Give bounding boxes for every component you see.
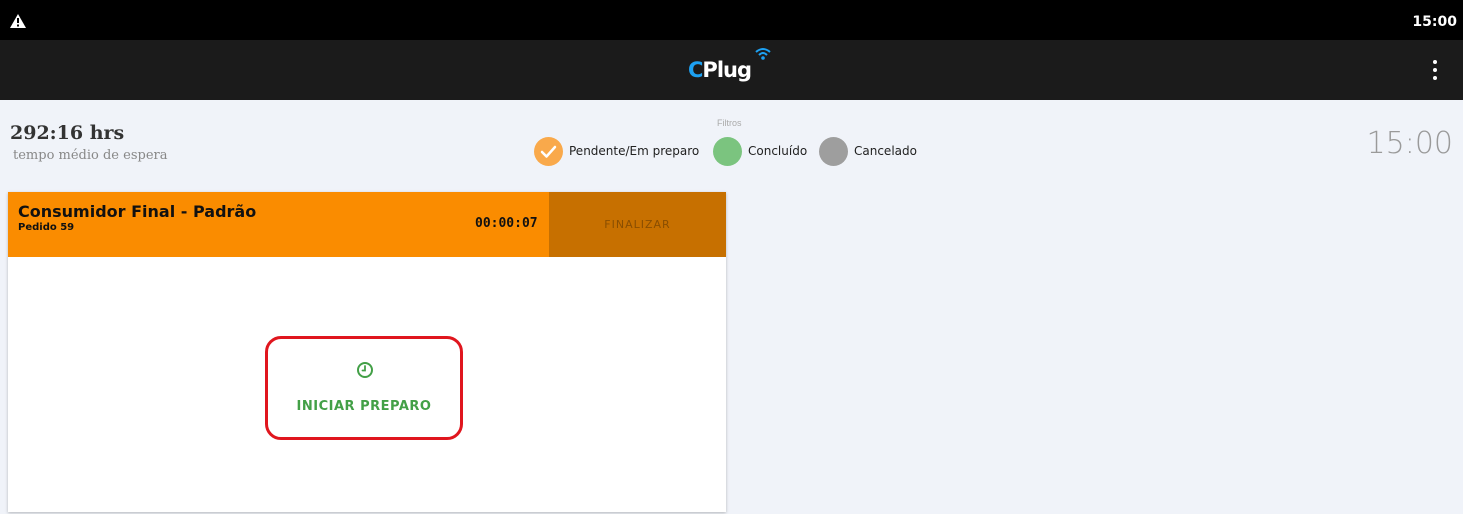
customer-name: Consumidor Final - Padrão [18,202,257,221]
app-bar: CPlug [0,40,1463,100]
wifi-icon [755,48,771,60]
status-time: 15:00 [1412,14,1457,30]
finalize-button[interactable]: FINALIZAR [549,192,726,257]
logo-text: CPlug [688,58,752,82]
check-icon [534,136,563,166]
avg-wait-time: 292:16 hrs [10,122,125,144]
status-bar: 15:00 [0,0,1463,40]
status-dot [819,136,848,166]
order-card-header: Consumidor Final - Padrão Pedido 59 00:0… [8,192,726,257]
current-time: 15:00 [1366,126,1453,161]
filter-pendente[interactable]: Pendente/Em preparo [534,136,699,166]
order-number: Pedido 59 [18,222,75,233]
start-preparation-button[interactable]: INICIAR PREPARO [265,336,463,440]
warning-icon [10,14,26,28]
order-card: Consumidor Final - Padrão Pedido 59 00:0… [8,192,726,512]
start-preparation-label: INICIAR PREPARO [296,399,432,414]
filter-label: Concluído [748,144,808,158]
filter-label: Pendente/Em preparo [569,144,700,158]
clock-icon [357,362,373,378]
filters-title: Filtros [717,118,742,128]
app-logo: CPlug [688,47,780,93]
more-vert-icon[interactable] [1425,57,1445,83]
avg-wait-label: tempo médio de espera [13,148,168,163]
filter-concluido[interactable]: Concluído [713,136,807,166]
filter-label: Cancelado [854,144,917,158]
status-dot [713,136,742,166]
filter-cancelado[interactable]: Cancelado [819,136,917,166]
elapsed-timer: 00:00:07 [475,216,538,231]
logo-word: Plug [702,58,752,82]
logo-prefix: C [688,58,703,82]
